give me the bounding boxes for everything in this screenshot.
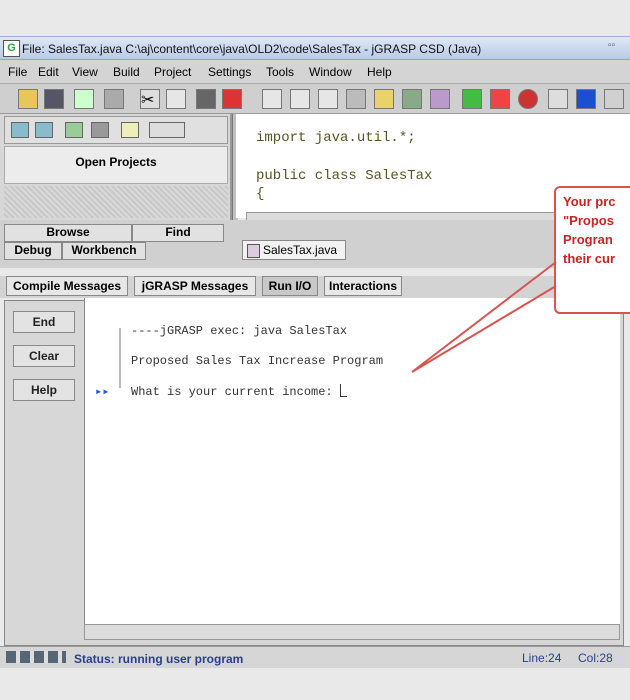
- callout-line: "Propos: [563, 213, 614, 228]
- tab-workbench[interactable]: Workbench: [62, 242, 146, 260]
- scroll-icon[interactable]: [604, 89, 624, 109]
- code-line: {: [256, 186, 265, 202]
- end-button[interactable]: End: [13, 311, 75, 333]
- annotation-callout: Your prc "Propos Progran their cur: [554, 186, 630, 314]
- shield-icon[interactable]: [430, 89, 450, 109]
- folder-icon[interactable]: [121, 122, 139, 138]
- paste-icon[interactable]: [196, 89, 216, 109]
- tab-interactions[interactable]: Interactions: [324, 276, 402, 296]
- output-line: What is your current income:: [131, 384, 347, 399]
- tab-debug[interactable]: Debug: [4, 242, 62, 260]
- copy-icon[interactable]: [166, 89, 186, 109]
- status-bar: Status: running user program Line:24 Col…: [0, 646, 630, 668]
- menu-settings[interactable]: Settings: [208, 65, 251, 79]
- project-navbar: [4, 116, 228, 144]
- status-icons: [6, 651, 66, 663]
- menu-build[interactable]: Build: [113, 65, 140, 79]
- project-pane: Open Projects: [0, 114, 232, 220]
- clear-button[interactable]: Clear: [13, 345, 75, 367]
- up-folder-icon[interactable]: [65, 122, 83, 138]
- menu-project[interactable]: Project: [154, 65, 191, 79]
- open-folder-icon[interactable]: [18, 89, 38, 109]
- window-title: File: SalesTax.java C:\aj\content\core\j…: [22, 42, 482, 56]
- output-horizontal-scrollbar[interactable]: [84, 624, 620, 640]
- status-line: Line:24: [522, 651, 562, 665]
- tab-jgrasp-messages[interactable]: jGRASP Messages: [134, 276, 256, 296]
- jgrasp-logo-icon: G: [3, 40, 20, 57]
- run-icon[interactable]: [490, 89, 510, 109]
- status-text: Status: running user program: [74, 652, 244, 666]
- menu-view[interactable]: View: [72, 65, 98, 79]
- maximize-icon[interactable]: ▫▫: [608, 40, 622, 54]
- callout-line: Your prc: [563, 194, 616, 209]
- print-icon[interactable]: [104, 89, 124, 109]
- document-icon-2[interactable]: [290, 89, 310, 109]
- run-output[interactable]: ----jGRASP exec: java SalesTax Proposed …: [84, 298, 620, 624]
- open-projects-list: [4, 186, 228, 218]
- code-line: import java.util.*;: [256, 130, 416, 146]
- output-line: Proposed Sales Tax Increase Program: [131, 354, 384, 368]
- text-cursor: [339, 384, 347, 397]
- tab-find[interactable]: Find: [132, 224, 224, 242]
- code-line: public class SalesTax: [256, 168, 433, 184]
- menu-window[interactable]: Window: [309, 65, 352, 79]
- java-file-icon: [247, 244, 260, 258]
- main-toolbar: ✂: [0, 84, 630, 114]
- chart-icon[interactable]: [374, 89, 394, 109]
- tab-browse[interactable]: Browse: [4, 224, 132, 242]
- window-icon[interactable]: [576, 89, 596, 109]
- debug-bug-icon[interactable]: [518, 89, 538, 109]
- open-projects-header: Open Projects: [4, 146, 228, 184]
- interactions-icon[interactable]: [548, 89, 568, 109]
- cut-icon[interactable]: ✂: [140, 89, 160, 109]
- help-button[interactable]: Help: [13, 379, 75, 401]
- output-line: ----jGRASP exec: java SalesTax: [131, 324, 348, 338]
- folder-dropdown-icon[interactable]: [149, 122, 185, 138]
- file-tab-label: SalesTax.java: [263, 243, 338, 257]
- status-col: Col:28: [578, 651, 613, 665]
- undo-icon[interactable]: [222, 89, 242, 109]
- menu-file[interactable]: File: [8, 65, 27, 79]
- save-all-icon[interactable]: [74, 89, 94, 109]
- document-icon-3[interactable]: [318, 89, 338, 109]
- back-arrow-icon[interactable]: [11, 122, 29, 138]
- callout-line: their cur: [563, 251, 616, 266]
- window-title-bar: G File: SalesTax.java C:\aj\content\core…: [0, 36, 630, 60]
- menu-edit[interactable]: Edit: [38, 65, 59, 79]
- file-tab-salestax[interactable]: SalesTax.java: [242, 240, 346, 260]
- menu-bar: File Edit View Build Project Settings To…: [0, 60, 630, 84]
- menu-help[interactable]: Help: [367, 65, 392, 79]
- refresh-icon[interactable]: [91, 122, 109, 138]
- message-tabs: Compile Messages jGRASP Messages Run I/O…: [0, 276, 630, 298]
- income-prompt: What is your current income:: [131, 385, 340, 399]
- document-icon[interactable]: [262, 89, 282, 109]
- tab-run-io[interactable]: Run I/O: [262, 276, 318, 296]
- save-icon[interactable]: [44, 89, 64, 109]
- output-margin-line: [119, 328, 121, 388]
- input-prompt-arrow-icon: ▸▸: [95, 385, 110, 399]
- compile-plus-icon[interactable]: [462, 89, 482, 109]
- tree-icon[interactable]: [402, 89, 422, 109]
- callout-line: Progran: [563, 232, 613, 247]
- pin-icon[interactable]: [346, 89, 366, 109]
- tab-compile-messages[interactable]: Compile Messages: [6, 276, 128, 296]
- forward-arrow-icon[interactable]: [35, 122, 53, 138]
- menu-tools[interactable]: Tools: [266, 65, 294, 79]
